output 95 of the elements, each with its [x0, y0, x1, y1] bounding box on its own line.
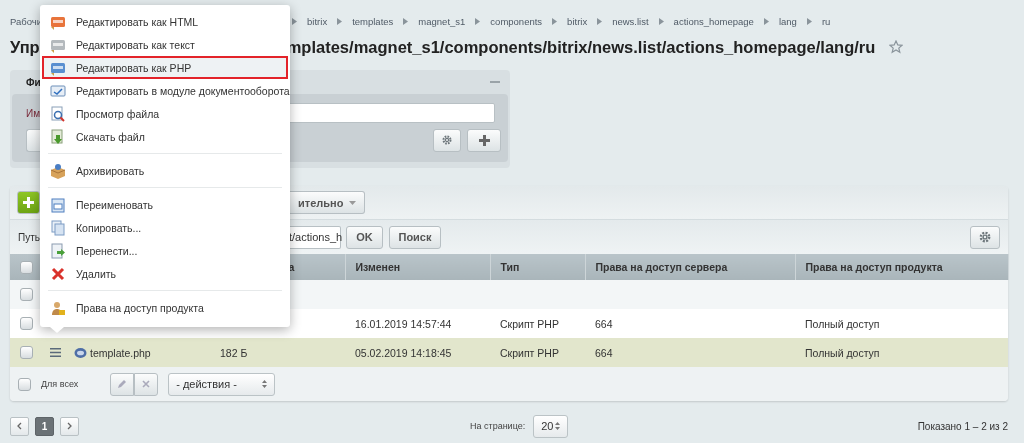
delete-button[interactable] [134, 372, 159, 396]
field-label: Им [26, 107, 41, 119]
product-rights: Полный доступ [805, 346, 880, 359]
menu-icon[interactable] [50, 348, 61, 357]
next-page-button[interactable] [60, 416, 79, 436]
row-checkbox[interactable] [20, 346, 33, 360]
page-title: mplates/magnet_s1/components/bitrix/news.list/actions_homepage/lang/ru [286, 37, 876, 57]
all-checkbox[interactable] [18, 377, 31, 391]
breadcrumb-arrow-icon [806, 17, 812, 25]
edit-button[interactable] [110, 372, 135, 396]
up-down-caret-icon [555, 422, 561, 430]
more-button[interactable]: ительно [290, 191, 366, 214]
column-header[interactable]: Изменен [355, 261, 401, 273]
settings-button[interactable] [433, 128, 461, 152]
row-checkbox[interactable] [20, 317, 33, 331]
up-down-caret-icon [262, 380, 268, 388]
breadcrumb-arrow-icon [403, 17, 409, 25]
breadcrumb-link[interactable]: actions_homepage [673, 15, 754, 27]
ok-button[interactable]: OK [346, 225, 383, 249]
move-file-icon [50, 242, 66, 259]
breadcrumb-link[interactable]: news.list [612, 15, 649, 27]
breadcrumb-link[interactable]: ru [821, 15, 831, 27]
caret-icon [349, 200, 357, 205]
chevron-right-icon [67, 422, 72, 430]
breadcrumb-arrow-icon [292, 17, 298, 25]
menu-item[interactable]: Редактировать как текст [42, 33, 288, 56]
previous-page-button[interactable] [10, 416, 29, 436]
gear-icon [442, 134, 452, 146]
user-lock-icon [50, 299, 66, 316]
modified-date: 05.02.2019 14:18:45 [355, 346, 452, 359]
file-size: 182 Б [220, 346, 248, 359]
breadcrumb-link[interactable]: magnet_s1 [418, 15, 466, 27]
product-rights: Полный доступ [805, 317, 880, 330]
breadcrumb-arrow-icon [475, 17, 481, 25]
menu-item[interactable]: Редактировать в модуле документооборота [42, 79, 288, 102]
download-icon [50, 128, 66, 145]
menu-item[interactable]: Редактировать как PHP [42, 56, 288, 79]
package-icon [50, 162, 66, 179]
copy-icon [50, 219, 66, 236]
menu-item[interactable]: Скачать файл [42, 125, 288, 148]
menu-item[interactable]: Копировать... [42, 216, 288, 239]
breadcrumb-link[interactable]: bitrix [307, 15, 328, 27]
breadcrumb-link[interactable]: bitrix [567, 15, 588, 27]
breadcrumb-arrow-icon [337, 17, 343, 25]
rename-icon [50, 196, 66, 213]
path-label: Путь [18, 231, 40, 243]
gear-icon [979, 231, 991, 243]
breadcrumb-link[interactable]: Рабочи [10, 15, 43, 27]
star-icon[interactable] [889, 40, 904, 54]
menu-item[interactable]: Удалить [42, 262, 288, 285]
menu-item[interactable]: Перенести... [42, 239, 288, 262]
file-type: Скрипт PHP [500, 317, 559, 330]
plus-icon [23, 197, 34, 208]
plus-icon [478, 134, 490, 146]
breadcrumb-link[interactable]: components [490, 15, 543, 27]
add-filter-button[interactable] [467, 128, 501, 152]
table-row[interactable]: template.php 182 Б 05.02.2019 14:18:45 Скрипт PHP 664 Полный доступ [10, 338, 1008, 367]
breadcrumb-arrow-icon [658, 17, 664, 25]
page-title: Упр [10, 37, 40, 57]
close-icon [142, 380, 151, 388]
file-type: Скрипт PHP [500, 346, 559, 359]
all-label: Для всех [41, 379, 79, 389]
per-page-select[interactable]: 20 [533, 414, 569, 438]
column-header[interactable]: Тип [500, 261, 520, 273]
filter-title: Фи [26, 76, 41, 88]
pencil-icon [117, 379, 128, 389]
breadcrumb-arrow-icon [597, 17, 603, 25]
search-button[interactable]: Поиск [389, 225, 441, 249]
breadcrumb-link[interactable]: lang [778, 15, 797, 27]
server-rights: 664 [595, 317, 613, 330]
menu-item[interactable]: Переименовать [42, 193, 288, 216]
add-button[interactable] [17, 191, 40, 214]
row-checkbox[interactable] [20, 288, 33, 302]
breadcrumb-arrow-icon [763, 17, 769, 25]
page-button[interactable]: 1 [35, 416, 54, 436]
name-field[interactable] [288, 103, 496, 123]
select-all-checkbox[interactable] [20, 260, 33, 274]
menu-item[interactable]: Архивировать [42, 159, 288, 182]
breadcrumb-arrow-icon [552, 17, 558, 25]
pagination-summary: Показано 1 – 2 из 2 [917, 420, 1008, 432]
delete-icon [50, 265, 66, 282]
chevron-left-icon [17, 422, 22, 430]
file-name[interactable]: template.php [90, 346, 151, 359]
settings-button[interactable] [970, 225, 1000, 249]
document-check-icon [50, 82, 66, 99]
menu-item[interactable]: Просмотр файла [42, 102, 288, 125]
per-page-label: На странице: [470, 421, 526, 431]
path-field[interactable]: t/actions_h [287, 225, 341, 249]
actions-select[interactable]: - действия - [168, 372, 276, 396]
menu-item[interactable]: Редактировать как HTML [42, 10, 288, 33]
magnifier-icon [50, 105, 66, 122]
modified-date: 16.01.2019 14:57:44 [355, 317, 452, 330]
server-rights: 664 [595, 346, 613, 359]
php-file-icon [74, 346, 87, 359]
breadcrumb-link[interactable]: templates [352, 15, 394, 27]
